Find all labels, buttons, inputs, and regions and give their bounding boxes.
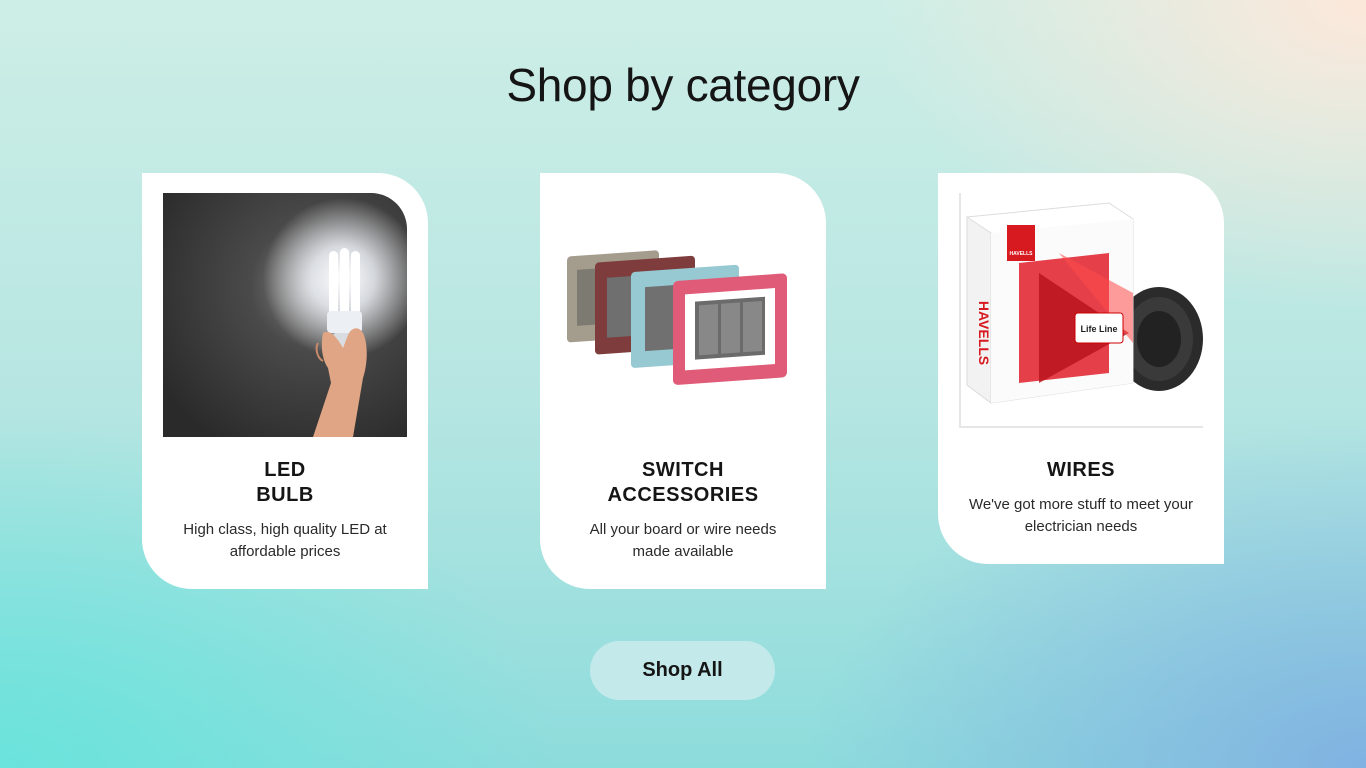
page-title: Shop by category (506, 59, 860, 111)
card-title-line1: SWITCH (642, 459, 724, 481)
card-title-line1: LED (264, 459, 306, 481)
svg-text:Life Line: Life Line (1080, 324, 1117, 334)
card-title: SWITCH ACCESSORIES (540, 458, 826, 508)
card-title: WIRES (938, 458, 1224, 483)
led-bulb-image[interactable] (163, 193, 407, 437)
svg-text:HAVELLS: HAVELLS (1010, 251, 1034, 257)
card-title-line2: BULB (256, 484, 314, 506)
category-card-switch-accessories[interactable]: SWITCH ACCESSORIES All your board or wir… (540, 173, 826, 589)
card-description: High class, high quality LED at affordab… (183, 521, 387, 560)
card-description: All your board or wire needs made availa… (589, 521, 777, 560)
card-title: LED BULB (142, 458, 428, 508)
card-title-line1: WIRES (1046, 459, 1116, 481)
shop-all-button[interactable]: Shop All (590, 641, 775, 700)
card-title-line2: ACCESSORIES (607, 484, 759, 506)
wire-coil-box-image[interactable]: HAVELLS HAVELLS Life Line (959, 193, 1203, 429)
card-description: We've got more stuff to meet your electr… (968, 496, 1194, 535)
category-card-wires[interactable]: HAVELLS HAVELLS Life Line WIRES We've go… (938, 173, 1224, 564)
svg-text:HAVELLS: HAVELLS (976, 301, 992, 365)
category-card-led-bulb[interactable]: LED BULB High class, high quality LED at… (142, 173, 428, 589)
switch-plates-image[interactable] (561, 193, 805, 437)
